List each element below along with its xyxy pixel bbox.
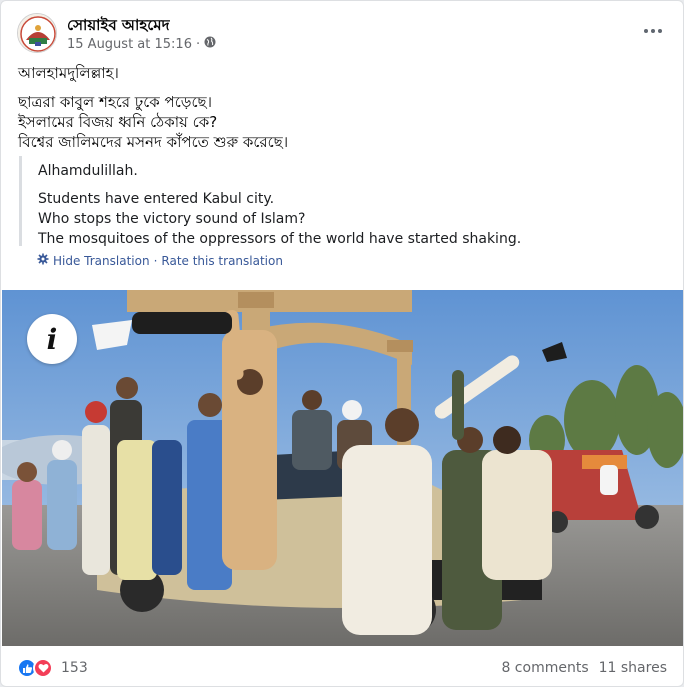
post-text-line: ইসলামের বিজয় ধ্বনি ঠেকায় কে? (18, 113, 218, 131)
globe-icon (204, 36, 216, 52)
avatar[interactable] (17, 13, 57, 53)
translation-line: Students have entered Kabul city. (38, 191, 275, 207)
gear-icon[interactable] (37, 253, 49, 268)
post-photo[interactable]: i (2, 290, 683, 646)
love-icon (33, 658, 53, 678)
engagement-counts: 8 comments 11 shares (501, 660, 667, 676)
reaction-count: 153 (61, 660, 88, 676)
info-button[interactable]: i (27, 314, 77, 364)
translation-line: The mosquitoes of the oppressors of the … (38, 231, 522, 247)
info-icon: i (46, 322, 58, 356)
meta-separator: · (195, 36, 201, 52)
more-options-button[interactable] (639, 19, 667, 43)
post-meta: 15 August at 15:16 · (67, 36, 216, 52)
avatar-image (18, 14, 56, 52)
shares-count-link[interactable]: 11 shares (599, 660, 667, 676)
translation-line: Alhamdulillah. (38, 163, 138, 179)
post-timestamp[interactable]: 15 August at 15:16 (67, 37, 192, 52)
translation-block: Alhamdulillah. Students have entered Kab… (19, 156, 539, 247)
hide-translation-link[interactable]: Hide Translation (53, 254, 150, 268)
post-text-line: বিশ্বের জালিমদের মসনদ কাঁপতে শুরু করেছে। (18, 133, 289, 151)
post-text-line: ছাত্ররা কাবুল শহরে ঢুকে পড়েছে। (18, 93, 212, 111)
post-header: সোয়াইব আহমেদ 15 August at 15:16 · (17, 13, 667, 57)
translation-actions: Hide Translation · Rate this translation (37, 253, 283, 268)
comments-count-link[interactable]: 8 comments (501, 660, 588, 676)
post-footer: 153 8 comments 11 shares (17, 652, 667, 684)
actions-separator: · (153, 253, 158, 268)
photo-image (2, 290, 683, 646)
reactions-summary[interactable]: 153 (17, 658, 88, 678)
post-text-line: আলহামদুলিল্লাহ। (18, 64, 119, 82)
rate-translation-link[interactable]: Rate this translation (161, 254, 283, 268)
translation-line: Who stops the victory sound of Islam? (38, 211, 306, 227)
reaction-icons (17, 658, 55, 678)
post-text: আলহামদুলিল্লাহ। ছাত্ররা কাবুল শহরে ঢুকে … (18, 63, 667, 152)
post-card: সোয়াইব আহমেদ 15 August at 15:16 · আলহাম… (0, 0, 684, 687)
more-horizontal-icon (644, 29, 648, 33)
